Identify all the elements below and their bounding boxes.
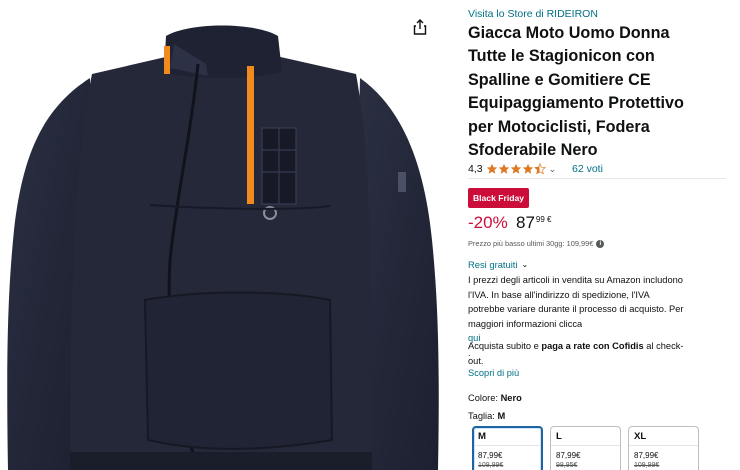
installments-bold: paga a rate con Cofidis: [541, 341, 644, 351]
size-options: M 87,99€ 109,99€ L 87,99€ 98,95€ XL 87,9…: [472, 426, 740, 470]
vat-line: I prezzi degli articoli in vendita su Am…: [468, 275, 683, 285]
rating-value: 4,3: [468, 163, 483, 175]
color-selection: Colore: Nero: [468, 393, 522, 403]
installments-notice: Acquista subito e paga a rate con Cofidi…: [468, 339, 730, 368]
installments-prefix: Acquista subito e: [468, 341, 542, 351]
size-option-price: 87,99€: [478, 451, 503, 460]
title-line: Equipaggiamento Protettivo: [468, 94, 684, 113]
size-value: M: [497, 411, 506, 421]
installments-line2: out.: [468, 355, 484, 366]
product-image-pane[interactable]: [0, 0, 442, 470]
vat-prefix: maggiori informazioni clicca: [468, 318, 583, 329]
price-whole: 87: [516, 213, 535, 232]
divider: [551, 445, 620, 446]
info-icon[interactable]: i: [596, 239, 605, 248]
title-line: Spalline e Gomitiere CE: [468, 70, 651, 89]
rating-count-link[interactable]: 62 voti: [572, 163, 603, 175]
title-line: Tutte le Stagionicon con: [468, 47, 655, 66]
share-icon: [413, 19, 427, 35]
size-option-m[interactable]: M 87,99€ 109,99€: [472, 426, 543, 470]
lowest-price-note: Prezzo più basso ultimi 30gg: 109,99€ i: [468, 239, 605, 248]
star-icon: [522, 163, 533, 174]
product-title: Giacca Moto Uomo Donna Tutte le Stagioni…: [468, 22, 698, 162]
star-icon: [498, 163, 509, 174]
discount-percent: -20%: [468, 213, 508, 232]
price-fraction: 99 €: [535, 215, 552, 224]
learn-more-link[interactable]: Scopri di più: [468, 368, 519, 378]
title-line: per Motociclisti, Fodera: [468, 117, 650, 136]
color-value: Nero: [500, 393, 522, 403]
size-option-old-price: 98,95€: [556, 462, 578, 469]
rating-row: 4,3 ⌄ 62 voti: [468, 161, 718, 177]
size-option-old-price: 109,99€: [634, 462, 660, 469]
store-link[interactable]: Visita lo Store di RIDEIRON: [468, 8, 598, 20]
star-half-icon: [533, 163, 546, 175]
size-option-price: 87,99€: [634, 451, 659, 460]
size-option-price: 87,99€: [556, 451, 581, 460]
installments-line: Acquista subito e paga a rate con Cofidi…: [468, 339, 730, 354]
divider: [629, 445, 698, 446]
divider: [474, 445, 541, 446]
chevron-down-icon[interactable]: ⌄: [549, 164, 557, 175]
size-option-old-price: 109,99€: [478, 462, 504, 469]
deal-badge: Black Friday: [468, 188, 529, 208]
size-option-xl[interactable]: XL 87,99€ 109,99€: [628, 426, 699, 470]
title-line: Giacca Moto Uomo Donna: [468, 24, 670, 42]
price: 87 99 €: [516, 213, 552, 233]
free-returns-link[interactable]: Resi gratuiti ⌄: [468, 259, 528, 270]
star-icon: [510, 163, 521, 174]
star-rating[interactable]: [486, 163, 546, 175]
size-selection: Taglia: M: [468, 411, 505, 421]
color-label: Colore:: [468, 393, 501, 403]
size-option-label: L: [556, 431, 562, 442]
size-label: Taglia:: [468, 411, 498, 421]
vat-line: potrebbe variare durante il processo di …: [468, 304, 684, 315]
product-details: Visita lo Store di RIDEIRON Giacca Moto …: [468, 0, 740, 470]
size-option-label: XL: [634, 431, 647, 442]
size-option-label: M: [478, 431, 486, 442]
star-icon: [486, 163, 497, 174]
product-image[interactable]: [0, 0, 442, 470]
share-button[interactable]: [409, 15, 431, 39]
divider: [468, 178, 726, 179]
lowest-price-text: Prezzo più basso ultimi 30gg: 109,99€: [468, 239, 594, 248]
title-line: Sfoderabile Nero: [468, 141, 598, 160]
vat-line: l'IVA. In base all'indirizzo di spedizio…: [468, 289, 650, 300]
size-option-l[interactable]: L 87,99€ 98,95€: [550, 426, 621, 470]
installments-suffix: al check-: [643, 341, 684, 351]
chevron-down-icon: ⌄: [521, 260, 529, 269]
free-returns-label: Resi gratuiti: [468, 259, 518, 270]
